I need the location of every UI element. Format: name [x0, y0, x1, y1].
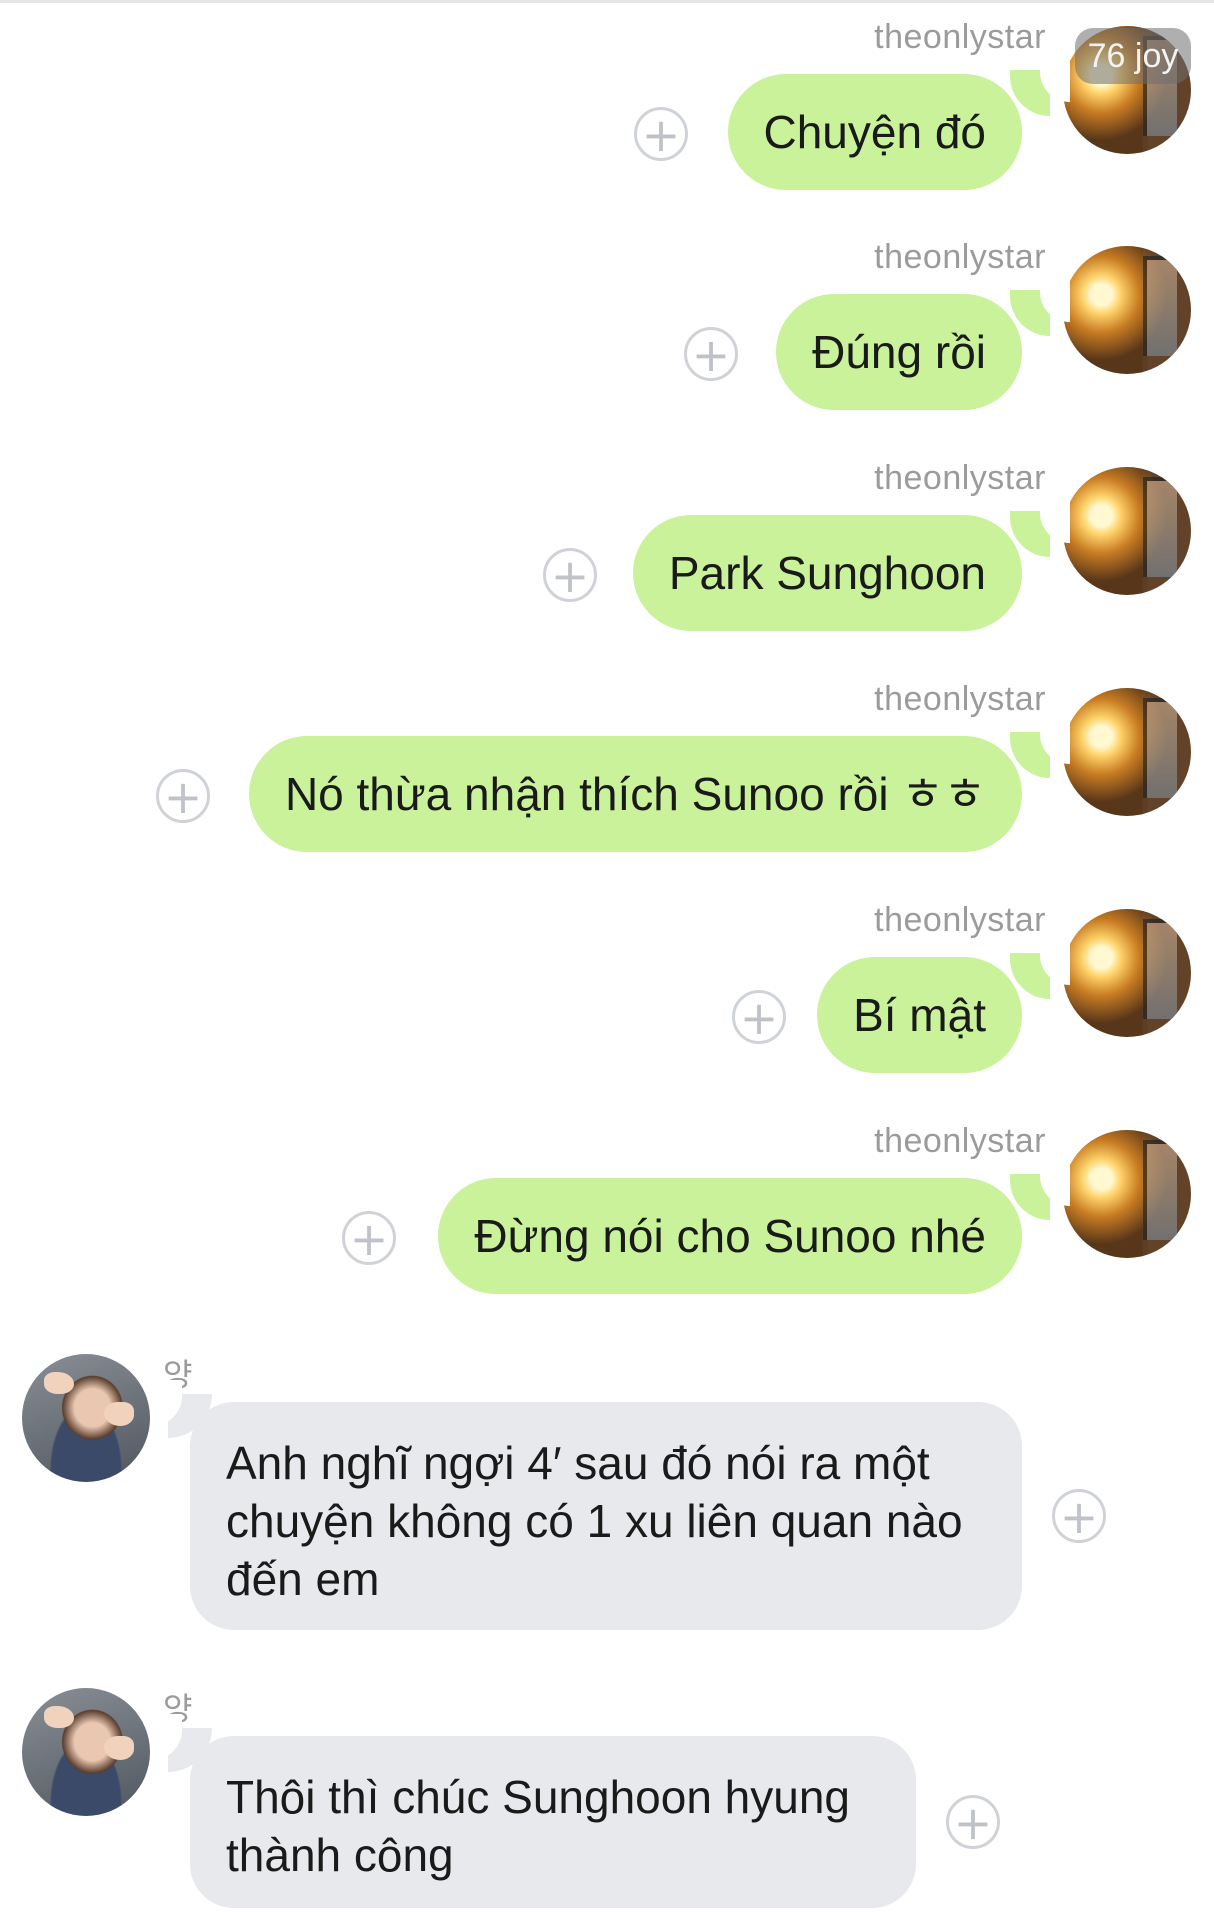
plus-circle-icon[interactable]: +: [1052, 1489, 1106, 1543]
message-bubble[interactable]: Đừng nói cho Sunoo nhé: [438, 1178, 1022, 1294]
message-bubble[interactable]: Bí mật: [817, 957, 1022, 1073]
plus-circle-icon[interactable]: +: [342, 1211, 396, 1265]
sender-name: theonlystar: [874, 901, 1046, 939]
message-outgoing: theonlystar Park Sunghoon +: [0, 459, 1214, 631]
avatar-window-detail: [1143, 1140, 1177, 1240]
avatar-hand-detail: [104, 1736, 134, 1760]
avatar-window-detail: [1143, 698, 1177, 798]
sender-avatar[interactable]: [1063, 688, 1191, 816]
avatar-hand-detail: [104, 1402, 134, 1426]
avatar-window-detail: [1143, 256, 1177, 356]
message-bubble[interactable]: Park Sunghoon: [632, 515, 1022, 631]
plus-circle-icon[interactable]: +: [732, 990, 786, 1044]
message-bubble[interactable]: Nó thừa nhận thích Sunoo rồi ㅎㅎ: [248, 736, 1022, 852]
message-outgoing: theonlystar Đúng rồi +: [0, 238, 1214, 410]
plus-circle-icon[interactable]: +: [634, 107, 688, 161]
avatar-window-detail: [1143, 477, 1177, 577]
message-bubble[interactable]: Đúng rồi: [776, 294, 1022, 410]
top-divider: [0, 0, 1214, 3]
plus-circle-icon[interactable]: +: [946, 1795, 1000, 1849]
sender-name: theonlystar: [874, 1122, 1046, 1160]
message-incoming: 양 Anh nghĩ ngợi 4′ sau đó nói ra một chu…: [0, 1350, 1214, 1640]
plus-circle-icon[interactable]: +: [543, 548, 597, 602]
message-bubble[interactable]: Chuyện đó: [727, 74, 1022, 190]
message-outgoing: theonlystar Đừng nói cho Sunoo nhé +: [0, 1122, 1214, 1294]
message-outgoing: theonlystar Chuyện đó +: [0, 18, 1214, 190]
sender-name: theonlystar: [874, 18, 1046, 56]
message-outgoing: theonlystar Bí mật +: [0, 901, 1214, 1073]
sender-name: theonlystar: [874, 238, 1046, 276]
message-outgoing: theonlystar Nó thừa nhận thích Sunoo rồi…: [0, 680, 1214, 852]
message-bubble[interactable]: Thôi thì chúc Sunghoon hyung thành công: [190, 1736, 916, 1908]
avatar-window-detail: [1143, 919, 1177, 1019]
avatar-hand-detail: [44, 1706, 74, 1728]
sender-name: theonlystar: [874, 680, 1046, 718]
message-bubble[interactable]: Anh nghĩ ngợi 4′ sau đó nói ra một chuyệ…: [190, 1402, 1022, 1630]
sender-avatar[interactable]: [1063, 467, 1191, 595]
sender-avatar[interactable]: [22, 1688, 150, 1816]
plus-circle-icon[interactable]: +: [684, 327, 738, 381]
plus-circle-icon[interactable]: +: [156, 769, 210, 823]
sender-avatar[interactable]: [22, 1354, 150, 1482]
status-badge: 76 joy: [1075, 28, 1191, 84]
sender-avatar[interactable]: [1063, 909, 1191, 1037]
message-incoming: 양 Thôi thì chúc Sunghoon hyung thành côn…: [0, 1684, 1214, 1914]
sender-avatar[interactable]: [1063, 1130, 1191, 1258]
sender-name: theonlystar: [874, 459, 1046, 497]
sender-avatar[interactable]: [1063, 246, 1191, 374]
avatar-hand-detail: [44, 1372, 74, 1394]
